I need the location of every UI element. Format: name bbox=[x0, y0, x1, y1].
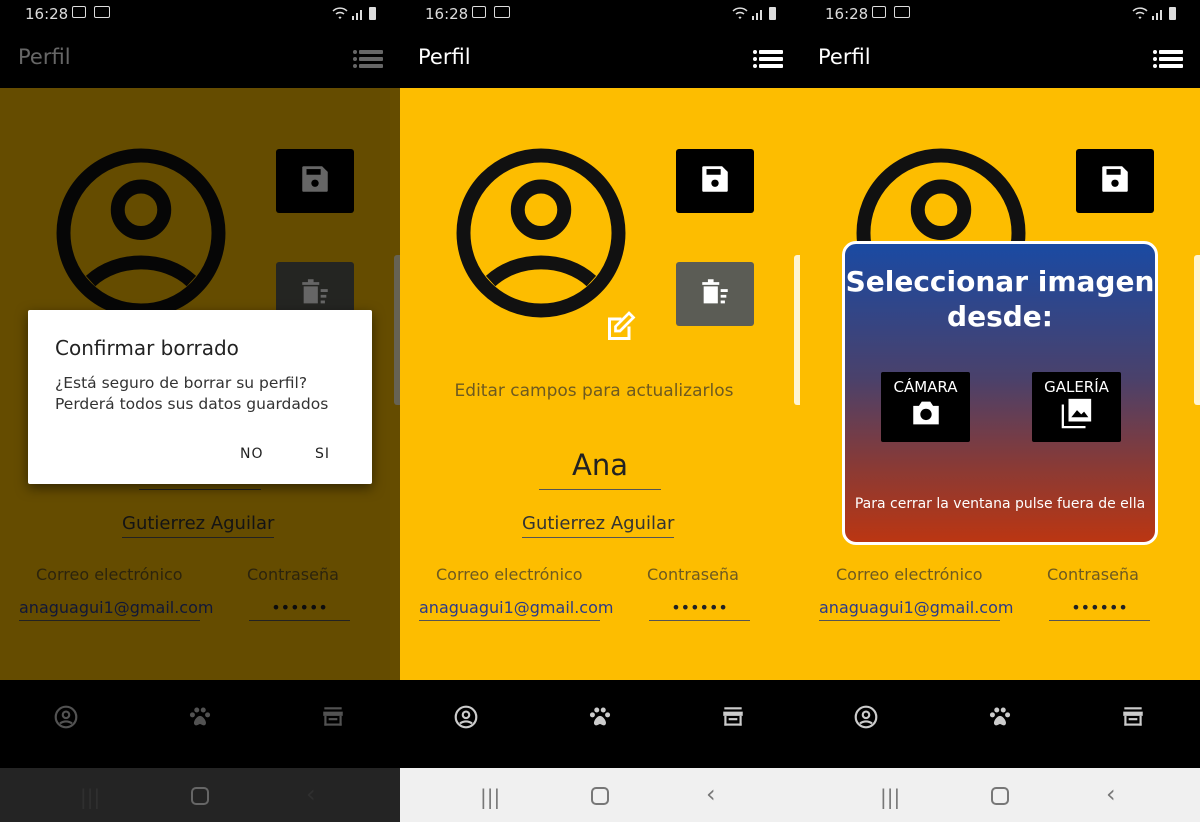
back-icon[interactable]: ‹ bbox=[706, 780, 716, 808]
app-bar: Perfil bbox=[400, 28, 800, 88]
edit-avatar-icon[interactable] bbox=[602, 310, 638, 346]
home-icon[interactable] bbox=[591, 787, 609, 805]
store-tab-icon[interactable] bbox=[1120, 704, 1146, 730]
status-time: 16:28 bbox=[825, 5, 869, 23]
app-bar: Perfil bbox=[800, 28, 1200, 88]
save-icon bbox=[1098, 162, 1132, 200]
surname-field[interactable]: Gutierrez Aguilar bbox=[522, 513, 675, 538]
status-time: 16:28 bbox=[25, 5, 69, 23]
system-navigation: ||| ‹ bbox=[800, 768, 1200, 822]
phone-screen-2: 16:28 Perfil Editar campos para actualiz… bbox=[400, 0, 800, 822]
email-label: Correo electrónico bbox=[436, 565, 583, 584]
home-icon[interactable] bbox=[991, 787, 1009, 805]
wifi-signal-battery-icon bbox=[332, 6, 376, 20]
store-tab-icon[interactable] bbox=[720, 704, 746, 730]
password-label: Contraseña bbox=[647, 565, 739, 584]
camera-label: CÁMARA bbox=[893, 378, 958, 396]
phone-screen-3: 16:28 Perfil Editar campos para actualiz… bbox=[800, 0, 1200, 822]
system-navigation: ||| ‹ bbox=[400, 768, 800, 822]
status-bar: 16:28 bbox=[800, 0, 1200, 28]
save-icon bbox=[698, 162, 732, 200]
dialog-footer: Para cerrar la ventana pulse fuera de el… bbox=[854, 496, 1146, 512]
bottom-navigation bbox=[400, 680, 800, 768]
dialog-message: ¿Está seguro de borrar su perfil? Perder… bbox=[55, 374, 329, 413]
image-notification-icon bbox=[72, 6, 86, 18]
recent-apps-icon[interactable]: ||| bbox=[480, 785, 500, 809]
email-field[interactable]: anaguagui1@gmail.com bbox=[419, 598, 613, 621]
camera-icon bbox=[909, 401, 943, 434]
gallery-label: GALERÍA bbox=[1044, 378, 1109, 396]
yes-button[interactable]: SI bbox=[315, 446, 330, 462]
recent-apps-icon[interactable]: ||| bbox=[880, 785, 900, 809]
laptop-notification-icon bbox=[94, 6, 110, 18]
password-field[interactable]: •••••• bbox=[649, 598, 750, 621]
dialog-title: Confirmar borrado bbox=[55, 336, 239, 360]
password-field[interactable]: •••••• bbox=[1049, 598, 1150, 621]
laptop-notification-icon bbox=[894, 6, 910, 18]
dialog-title: Seleccionar imagen desde: bbox=[845, 265, 1155, 333]
email-label: Correo electrónico bbox=[836, 565, 983, 584]
gallery-icon bbox=[1060, 398, 1094, 434]
confirm-delete-dialog: Confirmar borrado ¿Está seguro de borrar… bbox=[28, 310, 372, 484]
status-bar: 16:28 bbox=[400, 0, 800, 28]
camera-button[interactable]: CÁMARA bbox=[881, 372, 970, 442]
bottom-navigation bbox=[800, 680, 1200, 768]
save-button[interactable] bbox=[1076, 149, 1154, 213]
list-menu-icon[interactable] bbox=[753, 50, 783, 68]
image-notification-icon bbox=[472, 6, 486, 18]
edit-hint: Editar campos para actualizarlos bbox=[454, 381, 734, 401]
status-bar: 16:28 bbox=[0, 0, 400, 28]
delete-profile-button[interactable] bbox=[676, 262, 754, 326]
save-button[interactable] bbox=[676, 149, 754, 213]
list-menu-icon[interactable] bbox=[1153, 50, 1183, 68]
name-field[interactable]: Ana bbox=[539, 448, 661, 490]
wifi-signal-battery-icon bbox=[1132, 6, 1176, 20]
image-source-dialog: Seleccionar imagen desde: CÁMARA GALERÍA… bbox=[842, 241, 1158, 545]
email-field[interactable]: anaguagui1@gmail.com bbox=[819, 598, 1013, 621]
phone-screen-1: 16:28 Perfil Editar campos para actualiz… bbox=[0, 0, 400, 822]
profile-tab-icon[interactable] bbox=[853, 704, 879, 730]
delete-icon bbox=[698, 275, 732, 313]
pets-tab-icon[interactable] bbox=[587, 704, 613, 730]
back-icon[interactable]: ‹ bbox=[1106, 780, 1116, 808]
status-time: 16:28 bbox=[425, 5, 469, 23]
no-button[interactable]: NO bbox=[240, 446, 264, 462]
page-title: Perfil bbox=[418, 45, 471, 69]
profile-avatar[interactable] bbox=[448, 140, 634, 326]
gallery-button[interactable]: GALERÍA bbox=[1032, 372, 1121, 442]
password-label: Contraseña bbox=[1047, 565, 1139, 584]
wifi-signal-battery-icon bbox=[732, 6, 776, 20]
profile-tab-icon[interactable] bbox=[453, 704, 479, 730]
laptop-notification-icon bbox=[494, 6, 510, 18]
page-title: Perfil bbox=[818, 45, 871, 69]
image-notification-icon bbox=[872, 6, 886, 18]
pets-tab-icon[interactable] bbox=[987, 704, 1013, 730]
scroll-edge bbox=[1194, 255, 1200, 405]
